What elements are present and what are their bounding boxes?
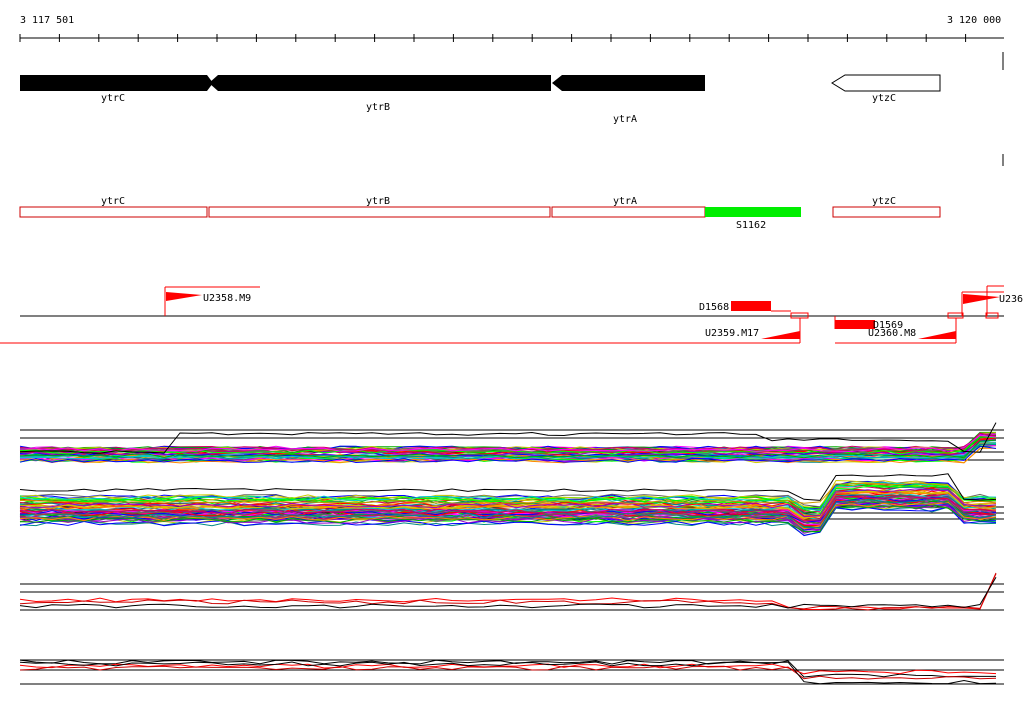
gene-track: ytrC ytrB ytrA ytzC (20, 52, 1004, 166)
region-box-S1162[interactable] (705, 207, 801, 217)
feature-flag-U2358[interactable] (166, 292, 202, 301)
expression-trace (19, 577, 997, 609)
region-box-ytzC[interactable] (832, 206, 941, 218)
feature-label-U2360: U2360.M8 (868, 328, 916, 339)
feature-track: U2358.M9 D1568 U2359.M17 D1569 U2360.M8 … (0, 285, 1024, 344)
gene-arrow-ytrC[interactable] (20, 75, 213, 91)
region-box-ytrB[interactable] (208, 206, 551, 218)
feature-label-D1568: D1568 (699, 302, 729, 313)
feature-label-U2361: U2361 (999, 294, 1024, 305)
gene-label-ytrC: ytrC (101, 93, 125, 104)
expression-track-3 (19, 572, 1004, 611)
region-label-ytrA: ytrA (613, 196, 637, 207)
feature-flag-U2359[interactable] (761, 331, 800, 339)
feature-flag-U2360[interactable] (918, 331, 956, 339)
expression-track-2 (19, 473, 1004, 537)
feature-flag-U2361[interactable] (963, 294, 1000, 304)
expression-trace (19, 663, 997, 675)
feature-label-U2358: U2358.M9 (203, 293, 251, 304)
ruler-end-label: 3 120 000 (947, 15, 1001, 26)
expression-trace (19, 659, 996, 678)
region-label-S1162: S1162 (736, 220, 766, 231)
region-label-ytrB: ytrB (366, 196, 390, 207)
feature-label-U2359: U2359.M17 (705, 328, 759, 339)
ruler-start-label: 3 117 501 (20, 15, 74, 26)
genome-browser-view: 3 117 501 3 120 000 ytrC ytrB ytrA ytzC … (0, 15, 1024, 685)
expression-track-1 (19, 422, 1004, 464)
gene-label-ytrA: ytrA (613, 114, 637, 125)
gene-label-ytrB: ytrB (366, 102, 390, 113)
region-label-ytrC: ytrC (101, 196, 125, 207)
region-box-ytrC[interactable] (19, 206, 208, 218)
gene-label-ytzC: ytzC (872, 93, 896, 104)
coordinate-ruler: 3 117 501 3 120 000 (19, 15, 1004, 42)
region-label-ytzC: ytzC (872, 196, 896, 207)
region-box-ytrA[interactable] (551, 206, 706, 218)
gene-arrow-ytzC[interactable] (831, 74, 941, 92)
expression-track-4 (19, 659, 1004, 685)
gene-arrow-ytrB[interactable] (209, 75, 551, 91)
region-track: ytrC ytrB ytrA ytzC S1162 (19, 196, 941, 231)
expression-trace (19, 665, 997, 680)
gene-arrow-ytrA[interactable] (552, 75, 705, 91)
feature-bar-D1568[interactable] (731, 301, 771, 311)
